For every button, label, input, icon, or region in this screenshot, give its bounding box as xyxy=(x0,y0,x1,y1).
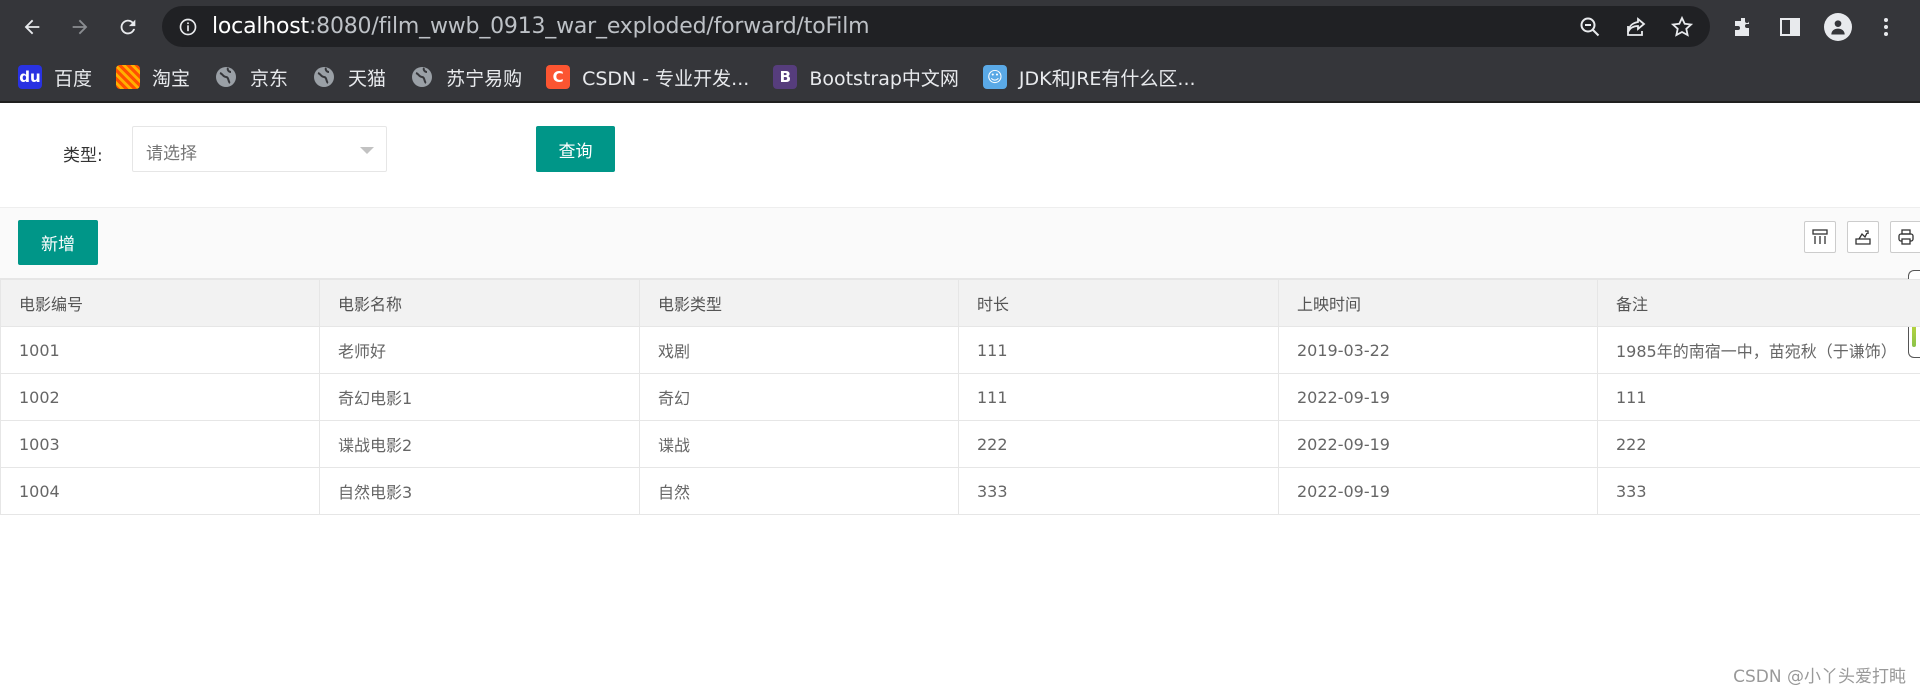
cell-release-date: 2022-09-19 xyxy=(1278,467,1598,515)
header-film-name[interactable]: 电影名称 xyxy=(319,279,640,327)
cell-film-name: 自然电影3 xyxy=(319,467,640,515)
cell-duration: 111 xyxy=(958,326,1279,374)
taobao-icon xyxy=(116,65,141,89)
bookmark-tmall[interactable]: 天猫 xyxy=(312,64,386,91)
table-header-row: 电影编号 电影名称 电影类型 时长 上映时间 备注 xyxy=(0,279,1920,327)
side-panel-icon[interactable] xyxy=(1778,15,1802,39)
share-icon[interactable] xyxy=(1624,15,1648,39)
person-icon xyxy=(1831,19,1845,34)
cell-film-type: 奇幻 xyxy=(639,373,959,421)
table-row[interactable]: 1004 自然电影3 自然 333 2022-09-19 333 xyxy=(0,467,1920,515)
cell-duration: 111 xyxy=(958,373,1279,421)
bootstrap-icon: B xyxy=(773,65,798,89)
header-film-type[interactable]: 电影类型 xyxy=(639,279,959,327)
cell-film-name: 奇幻电影1 xyxy=(319,373,640,421)
bookmark-baidu[interactable]: du 百度 xyxy=(18,64,92,91)
header-film-id[interactable]: 电影编号 xyxy=(0,279,320,327)
table-row[interactable]: 1003 谍战电影2 谍战 222 2022-09-19 222 xyxy=(0,420,1920,468)
columns-filter-button[interactable] xyxy=(1804,221,1836,253)
cell-remark: 333 xyxy=(1597,467,1920,515)
cell-film-id: 1004 xyxy=(0,467,320,515)
cell-film-name: 老师好 xyxy=(319,326,640,374)
type-label: 类型: xyxy=(63,146,103,166)
caret-down-icon xyxy=(360,147,374,154)
avatar-icon: ☺ xyxy=(982,65,1007,89)
cell-remark: 111 xyxy=(1597,373,1920,421)
columns-icon xyxy=(1812,229,1828,244)
cell-film-id: 1003 xyxy=(0,420,320,468)
bookmark-bootstrap[interactable]: B Bootstrap中文网 xyxy=(773,64,959,91)
bookmark-taobao[interactable]: 淘宝 xyxy=(116,64,190,91)
arrow-left-icon xyxy=(24,19,40,34)
back-button[interactable] xyxy=(14,9,50,45)
star-icon[interactable] xyxy=(1670,15,1694,39)
globe-icon xyxy=(412,67,433,87)
profile-avatar[interactable] xyxy=(1824,12,1852,41)
filter-bar: 类型: 请选择 查询 xyxy=(0,103,1920,207)
zoom-icon[interactable] xyxy=(1578,15,1602,39)
type-select[interactable]: 请选择 xyxy=(132,126,387,172)
table-row[interactable]: 1001 老师好 戏剧 111 2019-03-22 1985年的南宿一中，苗宛… xyxy=(0,326,1920,374)
header-release-date[interactable]: 上映时间 xyxy=(1278,279,1598,327)
url-text: localhost:8080/film_wwb_0913_war_explode… xyxy=(212,14,870,39)
query-button[interactable]: 查询 xyxy=(536,126,615,172)
reload-button[interactable] xyxy=(110,9,146,45)
info-icon xyxy=(179,18,197,35)
cell-film-type: 戏剧 xyxy=(639,326,959,374)
cell-film-type: 谍战 xyxy=(639,420,959,468)
cell-duration: 222 xyxy=(958,420,1279,468)
cell-film-id: 1002 xyxy=(0,373,320,421)
export-icon xyxy=(1855,230,1871,245)
address-bar[interactable]: localhost:8080/film_wwb_0913_war_explode… xyxy=(162,6,1710,47)
globe-icon xyxy=(314,67,335,87)
browser-toolbar: localhost:8080/film_wwb_0913_war_explode… xyxy=(0,0,1920,53)
cell-release-date: 2022-09-19 xyxy=(1278,420,1598,468)
cell-release-date: 2019-03-22 xyxy=(1278,326,1598,374)
film-table: 电影编号 电影名称 电影类型 时长 上映时间 备注 1001 老师好 戏剧 11… xyxy=(0,279,1920,515)
reload-icon xyxy=(120,19,136,34)
table-toolbar: 新增 xyxy=(0,207,1920,279)
extensions-icon[interactable] xyxy=(1732,15,1756,39)
print-button[interactable] xyxy=(1890,221,1920,253)
header-duration[interactable]: 时长 xyxy=(958,279,1279,327)
select-placeholder: 请选择 xyxy=(146,144,197,164)
cell-release-date: 2022-09-19 xyxy=(1278,373,1598,421)
arrow-right-icon xyxy=(72,19,88,34)
forward-button[interactable] xyxy=(62,9,98,45)
baidu-icon: du xyxy=(18,65,42,89)
cell-remark: 1985年的南宿一中，苗宛秋（于谦饰） xyxy=(1597,326,1920,374)
csdn-icon: C xyxy=(546,65,571,89)
header-remark[interactable]: 备注 xyxy=(1597,279,1920,327)
bookmark-jdk-jre[interactable]: ☺ JDK和JRE有什么区... xyxy=(982,64,1196,91)
globe-icon xyxy=(216,67,237,87)
bookmark-csdn[interactable]: C CSDN - 专业开发... xyxy=(546,64,749,91)
cell-film-name: 谍战电影2 xyxy=(319,420,640,468)
page-content: 类型: 请选择 查询 新增 电影编号 电影名称 电影类型 时长 上映时间 备注 … xyxy=(0,103,1920,691)
table-row[interactable]: 1002 奇幻电影1 奇幻 111 2022-09-19 111 xyxy=(0,373,1920,421)
watermark: CSDN @小丫头爱打盹 xyxy=(1733,667,1906,687)
cell-film-id: 1001 xyxy=(0,326,320,374)
add-button[interactable]: 新增 xyxy=(18,220,98,265)
cell-duration: 333 xyxy=(958,467,1279,515)
more-menu-icon[interactable] xyxy=(1874,15,1898,39)
cell-remark: 222 xyxy=(1597,420,1920,468)
cell-film-type: 自然 xyxy=(639,467,959,515)
printer-icon xyxy=(1898,229,1914,245)
export-button[interactable] xyxy=(1847,221,1879,253)
bookmarks-bar: du 百度 淘宝 京东 天猫 苏宁易购 C CSDN - 专业开发... B Boot… xyxy=(0,53,1920,103)
bookmark-suning[interactable]: 苏宁易购 xyxy=(410,64,522,91)
bookmark-jd[interactable]: 京东 xyxy=(214,64,288,91)
